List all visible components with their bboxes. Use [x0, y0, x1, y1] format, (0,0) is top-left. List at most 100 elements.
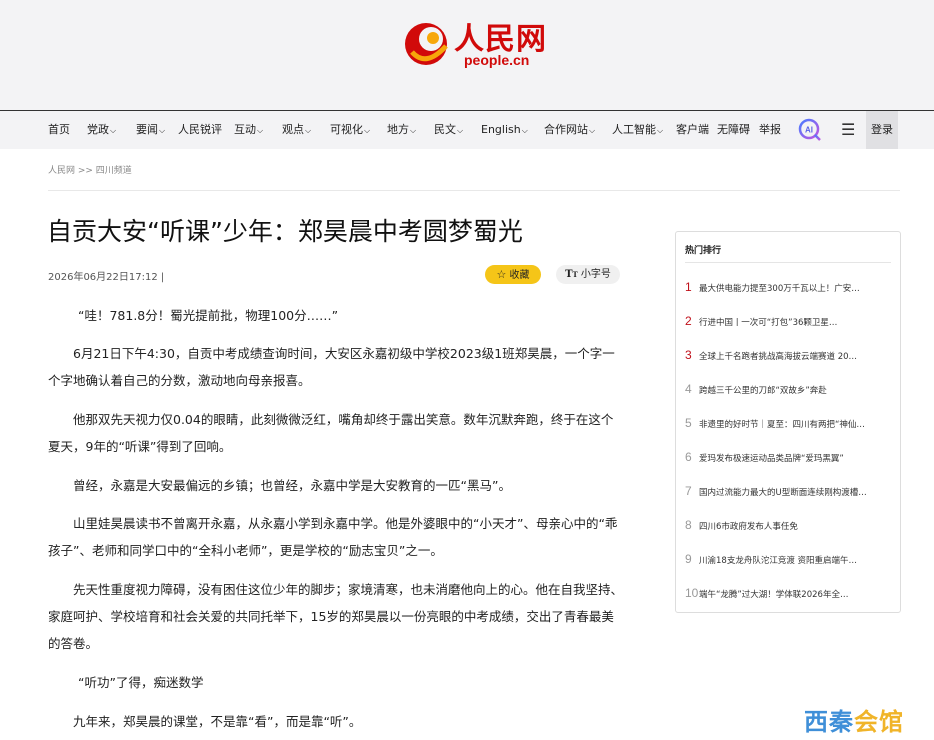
rank-headline: 跨越三千公里的刀郎“双故乡”奔赴: [699, 386, 827, 394]
rank-number: 9: [685, 552, 692, 564]
chevron-down-icon: ⌵: [657, 126, 664, 135]
rank-number: 8: [685, 518, 692, 530]
hot-ranking-item[interactable]: 7 国内过流能力最大的U型断面连续刚构渡槽…: [685, 480, 893, 496]
article-paragraph: “哇！781.8分！蜀光提前批，物理100分……”: [78, 308, 339, 323]
chevron-down-icon: ⌵: [364, 126, 371, 135]
breadcrumb[interactable]: 人民网 >> 四川频道: [48, 163, 132, 176]
nav-item[interactable]: 无障碍: [717, 111, 750, 149]
nav-item-label: 客户端: [676, 123, 709, 136]
rank-number: 10: [685, 586, 699, 598]
rank-headline: 四川6市政府发布人事任免: [699, 522, 798, 530]
rank-headline: 国内过流能力最大的U型断面连续刚构渡槽…: [699, 488, 867, 496]
rank-headline: 行进中国 | 一次可“打包”36颗卫星…: [699, 318, 838, 326]
rank-number: 1: [685, 280, 692, 292]
star-icon: ☆: [496, 268, 507, 281]
article-paragraph: 他那双先天视力仅0.04的眼睛，此刻微微泛红，嘴角却终于露出笑意。数年沉默奔跑，…: [48, 412, 614, 454]
divider: [685, 262, 891, 263]
ai-label: AI: [805, 126, 813, 135]
rank-headline: 端午“龙腾”过大湖！学体联2026年全…: [699, 590, 849, 598]
nav-item-label: 举报: [759, 123, 781, 136]
article-title: 自贡大安“听课”少年：郑昊晨中考圆梦蜀光: [47, 217, 523, 246]
rank-headline: 最大供电能力提至300万千瓦以上！广安…: [699, 284, 860, 292]
nav-item[interactable]: 可视化⌵: [330, 111, 370, 149]
nav-item[interactable]: English⌵: [481, 111, 528, 149]
rank-number: 7: [685, 484, 692, 496]
nav-item-label: 观点: [282, 123, 304, 136]
nav-item-label: 无障碍: [717, 123, 750, 136]
nav-item[interactable]: 举报: [759, 111, 781, 149]
nav-item-label: 地方: [387, 123, 409, 136]
nav-item[interactable]: 首页: [48, 111, 70, 149]
nav-item-label: 可视化: [330, 123, 363, 136]
nav-item-label: 党政: [87, 123, 109, 136]
nav-item[interactable]: 人民锐评: [178, 111, 222, 149]
rank-number: 4: [685, 382, 692, 394]
hot-ranking-item[interactable]: 1 最大供电能力提至300万千瓦以上！广安…: [685, 276, 893, 292]
rank-number: 2: [685, 314, 692, 326]
nav-item-label: 首页: [48, 123, 70, 136]
nav-item[interactable]: 客户端: [676, 111, 709, 149]
hot-ranking-item[interactable]: 4 跨越三千公里的刀郎“双故乡”奔赴: [685, 378, 893, 394]
font-size-label: 小字号: [580, 269, 611, 280]
logo-emblem-icon: [405, 23, 448, 65]
hot-ranking-item[interactable]: 10端午“龙腾”过大湖！学体联2026年全…: [685, 582, 893, 598]
divider: [48, 190, 900, 191]
nav-item-label: 互动: [234, 123, 256, 136]
favorite-label: 收藏: [509, 270, 530, 281]
main-nav: 首页 党政⌵ 要闻⌵ 人民锐评 互动⌵ 观点⌵ 可视化⌵ 地方⌵ 民文⌵ English⌵ 合作网站…: [0, 110, 934, 149]
watermark-part-b: 会馆: [854, 708, 904, 736]
nav-item-label: 民文: [434, 123, 456, 136]
hot-ranking-item[interactable]: 5 非遗里的好时节｜夏至：四川有两把“神仙…: [685, 412, 893, 428]
nav-item-label: English: [481, 123, 521, 136]
nav-item-label: 人工智能: [612, 123, 656, 136]
chevron-down-icon: ⌵: [521, 126, 528, 135]
article-paragraph: 6月21日下午4:30，自贡中考成绩查询时间，大安区永嘉初级中学校2023级1班…: [48, 346, 615, 388]
article-meta: 2026年06月22日17:12 |: [48, 272, 165, 283]
article-paragraph: 先天性重度视力障碍，没有困住这位少年的脚步；家境清寒，也未消磨他向上的心。他在自…: [48, 582, 624, 651]
site-header: 人民网 people.cn: [0, 0, 934, 110]
nav-item[interactable]: 党政⌵: [87, 111, 116, 149]
chevron-down-icon: ⌵: [457, 126, 464, 135]
nav-item[interactable]: 观点⌵: [282, 111, 311, 149]
hot-ranking-item[interactable]: 9 川渝18支龙舟队沱江竞渡 资阳重启端午…: [685, 548, 893, 564]
people-logo[interactable]: 人民网 people.cn: [402, 12, 548, 74]
rank-number: 6: [685, 450, 692, 462]
nav-item[interactable]: 合作网站⌵: [544, 111, 595, 149]
nav-item-label: 要闻: [136, 123, 158, 136]
menu-icon[interactable]: ☰: [841, 111, 855, 149]
nav-item[interactable]: 互动⌵: [234, 111, 263, 149]
nav-item-label: 人民锐评: [178, 123, 222, 136]
rank-number: 5: [685, 416, 692, 428]
chevron-down-icon: ⌵: [410, 126, 417, 135]
hot-ranking-item[interactable]: 3 全球上千名跑者挑战高海拔云端赛道 20…: [685, 344, 893, 360]
login-button[interactable]: 登录: [866, 111, 898, 149]
chevron-down-icon: ⌵: [589, 126, 596, 135]
article-paragraph: 曾经，永嘉是大安最偏远的乡镇；也曾经，永嘉中学是大安教育的一匹“黑马”。: [73, 478, 511, 493]
hot-ranking-item[interactable]: 2 行进中国 | 一次可“打包”36颗卫星…: [685, 310, 893, 326]
ai-assistant-icon[interactable]: AI: [798, 118, 822, 142]
nav-item[interactable]: 人工智能⌵: [612, 111, 663, 149]
section-heading: “听功”了得，痴迷数学: [78, 675, 204, 690]
nav-item[interactable]: 民文⌵: [434, 111, 463, 149]
article-paragraph: 山里娃昊晨读书不曾离开永嘉，从永嘉小学到永嘉中学。他是外婆眼中的“小天才”、母亲…: [48, 516, 618, 558]
chevron-down-icon: ⌵: [257, 126, 264, 135]
rank-headline: 非遗里的好时节｜夏至：四川有两把“神仙…: [699, 420, 865, 428]
chevron-down-icon: ⌵: [159, 126, 166, 135]
watermark: 西秦会馆: [804, 702, 904, 737]
hot-ranking-title: 热门排行: [685, 246, 722, 256]
nav-item-label: 合作网站: [544, 123, 588, 136]
rank-number: 3: [685, 348, 692, 360]
hot-ranking-item[interactable]: 8 四川6市政府发布人事任免: [685, 514, 893, 530]
chevron-down-icon: ⌵: [110, 126, 117, 135]
article-paragraph: 九年来，郑昊晨的课堂，不是靠“看”，而是靠“听”。: [73, 714, 362, 729]
watermark-part-a: 西秦: [804, 708, 854, 736]
nav-item[interactable]: 地方⌵: [387, 111, 416, 149]
font-size-icon: TT: [565, 269, 578, 280]
favorite-button[interactable]: ☆ 收藏: [485, 265, 541, 284]
logo-english-text: people.cn: [464, 52, 530, 68]
rank-headline: 爱玛发布极速运动品类品牌“爱玛黑翼”: [699, 454, 844, 462]
nav-item[interactable]: 要闻⌵: [136, 111, 165, 149]
rank-headline: 川渝18支龙舟队沱江竞渡 资阳重启端午…: [699, 556, 858, 564]
font-size-button[interactable]: TT 小字号: [556, 265, 620, 284]
hot-ranking-item[interactable]: 6 爱玛发布极速运动品类品牌“爱玛黑翼”: [685, 446, 893, 462]
